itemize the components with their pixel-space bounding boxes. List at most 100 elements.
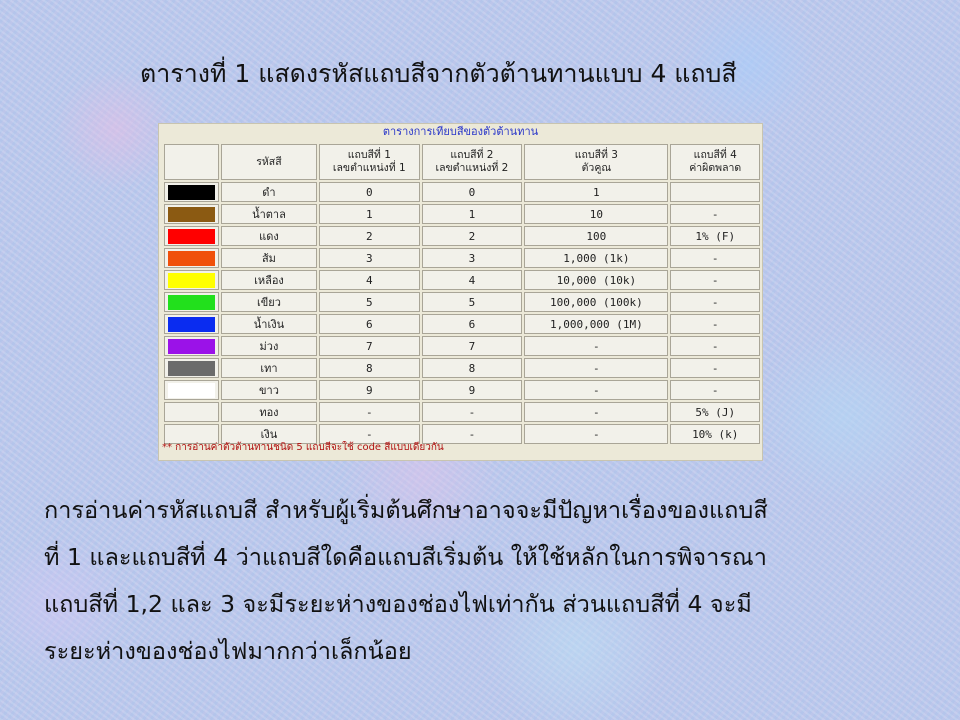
multiplier-cell: - <box>524 358 669 378</box>
tolerance-cell: - <box>670 358 760 378</box>
table-row: ขาว 9 9 - - <box>164 380 760 400</box>
color-swatch <box>167 184 215 200</box>
resistor-color-code-table-image: ตารางการเทียบสีของตัวต้านทาน รหัสสี แถบส… <box>158 123 763 461</box>
swatch-cell <box>164 402 219 422</box>
tolerance-cell <box>670 182 760 202</box>
header-band-1: แถบสีที่ 1 เลขตำแหน่งที่ 1 <box>319 144 420 180</box>
table-row: ทอง - - - 5% (J) <box>164 402 760 422</box>
band-2-cell: - <box>421 402 523 422</box>
header-band-4: แถบสีที่ 4 ค่าผิดพลาด <box>670 144 760 180</box>
band-2-cell: 5 <box>421 292 523 312</box>
tolerance-cell: - <box>670 270 760 290</box>
color-name-cell: น้ำตาล <box>220 204 317 224</box>
color-code-table: รหัสสี แถบสีที่ 1 เลขตำแหน่งที่ 1 แถบสีท… <box>162 142 762 446</box>
band-2-cell: 0 <box>421 182 523 202</box>
header-band-3-subtitle: ตัวคูณ <box>581 162 612 174</box>
color-name-cell: เขียว <box>220 292 317 312</box>
band-2-cell: 7 <box>421 336 523 356</box>
band-2-cell: 3 <box>421 248 523 268</box>
multiplier-cell: 100,000 (100k) <box>524 292 669 312</box>
table-row: น้ำเงิน 6 6 1,000,000 (1M) - <box>164 314 760 334</box>
color-swatch <box>167 228 215 244</box>
multiplier-cell: 10 <box>524 204 669 224</box>
header-band-3: แถบสีที่ 3 ตัวคูณ <box>524 144 669 180</box>
header-band-1-subtitle: เลขตำแหน่งที่ 1 <box>332 162 406 174</box>
multiplier-cell: - <box>524 380 669 400</box>
paragraph-line: แถบสีที่ 1,2 และ 3 จะมีระยะห่างของช่องไฟ… <box>44 590 752 618</box>
header-band-2-title: แถบสีที่ 2 <box>450 149 494 161</box>
multiplier-cell: - <box>524 336 669 356</box>
swatch-cell <box>164 182 219 202</box>
band-2-cell: 9 <box>421 380 523 400</box>
band-1-cell: 5 <box>319 292 420 312</box>
color-name-cell: ทอง <box>220 402 317 422</box>
multiplier-cell: - <box>524 402 669 422</box>
color-swatch <box>167 250 215 266</box>
table-row: ม่วง 7 7 - - <box>164 336 760 356</box>
color-name-cell: เหลือง <box>220 270 317 290</box>
table-body: ดำ 0 0 1 น้ำตาล 1 1 10 - แดง 2 2 100 1% … <box>164 182 760 444</box>
band-2-cell: 2 <box>421 226 523 246</box>
band-1-cell: 6 <box>319 314 420 334</box>
header-band-1-title: แถบสีที่ 1 <box>347 149 391 161</box>
page-title: ตารางที่ 1 แสดงรหัสแถบสีจากตัวต้านทานแบบ… <box>140 59 737 88</box>
band-1-cell: 2 <box>319 226 420 246</box>
color-name-cell: ม่วง <box>220 336 317 356</box>
multiplier-cell: 1,000,000 (1M) <box>524 314 669 334</box>
band-1-cell: 0 <box>319 182 420 202</box>
color-swatch <box>167 206 215 222</box>
header-band-3-title: แถบสีที่ 3 <box>574 149 618 161</box>
table-row: ส้ม 3 3 1,000 (1k) - <box>164 248 760 268</box>
band-1-cell: 7 <box>319 336 420 356</box>
tolerance-cell: 5% (J) <box>670 402 760 422</box>
tolerance-cell: 10% (k) <box>670 424 760 444</box>
table-row: เขียว 5 5 100,000 (100k) - <box>164 292 760 312</box>
swatch-cell <box>164 380 219 400</box>
swatch-cell <box>164 292 219 312</box>
tolerance-cell: - <box>670 314 760 334</box>
color-swatch <box>167 316 215 332</box>
swatch-cell <box>164 204 219 224</box>
table-caption: ตารางการเทียบสีของตัวต้านทาน <box>382 125 539 138</box>
table-header-row: รหัสสี แถบสีที่ 1 เลขตำแหน่งที่ 1 แถบสีท… <box>164 144 760 180</box>
band-2-cell: 6 <box>421 314 523 334</box>
tolerance-cell: 1% (F) <box>670 226 760 246</box>
band-1-cell: 4 <box>319 270 420 290</box>
swatch-cell <box>164 358 219 378</box>
explanation-paragraph: การอ่านค่ารหัสแถบสี สำหรับผู้เริ่มต้นศึก… <box>44 487 924 675</box>
color-swatch <box>167 272 215 288</box>
tolerance-cell: - <box>670 204 760 224</box>
header-band-4-subtitle: ค่าผิดพลาด <box>689 162 742 174</box>
band-1-cell: 3 <box>319 248 420 268</box>
band-2-cell: 1 <box>421 204 523 224</box>
header-color-name: รหัสสี <box>220 144 317 180</box>
color-swatch <box>167 338 215 354</box>
color-name-cell: ดำ <box>220 182 317 202</box>
swatch-cell <box>164 270 219 290</box>
multiplier-cell: 10,000 (10k) <box>524 270 669 290</box>
tolerance-cell: - <box>670 292 760 312</box>
color-swatch <box>167 382 215 398</box>
table-row: เหลือง 4 4 10,000 (10k) - <box>164 270 760 290</box>
band-2-cell: 4 <box>421 270 523 290</box>
header-band-4-title: แถบสีที่ 4 <box>693 149 737 161</box>
color-swatch <box>167 360 215 376</box>
band-1-cell: 9 <box>319 380 420 400</box>
color-name-cell: ส้ม <box>220 248 317 268</box>
color-swatch <box>167 294 215 310</box>
multiplier-cell: 1,000 (1k) <box>524 248 669 268</box>
table-row: น้ำตาล 1 1 10 - <box>164 204 760 224</box>
band-1-cell: 1 <box>319 204 420 224</box>
color-name-cell: เทา <box>220 358 317 378</box>
table-row: แดง 2 2 100 1% (F) <box>164 226 760 246</box>
swatch-cell <box>164 314 219 334</box>
multiplier-cell: 1 <box>524 182 669 202</box>
header-band-2: แถบสีที่ 2 เลขตำแหน่งที่ 2 <box>421 144 523 180</box>
header-band-2-subtitle: เลขตำแหน่งที่ 2 <box>435 162 509 174</box>
swatch-cell <box>164 226 219 246</box>
multiplier-cell: - <box>524 424 669 444</box>
tolerance-cell: - <box>670 248 760 268</box>
band-1-cell: - <box>319 402 420 422</box>
swatch-cell <box>164 248 219 268</box>
band-2-cell: 8 <box>421 358 523 378</box>
